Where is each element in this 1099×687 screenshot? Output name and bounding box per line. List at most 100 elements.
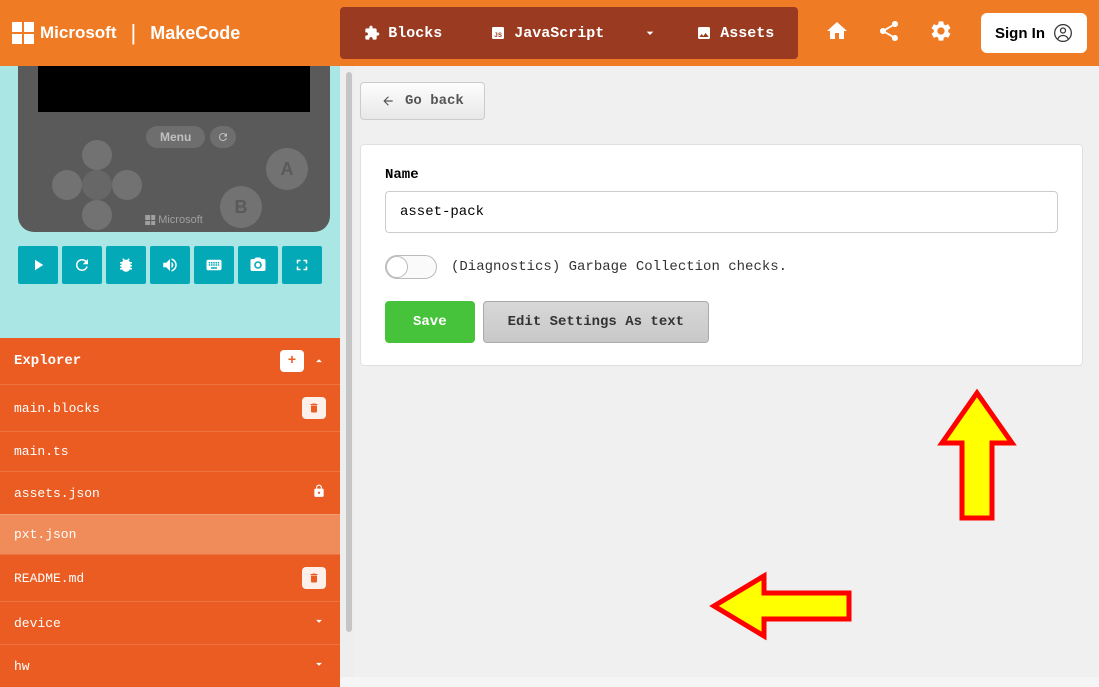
explorer-item-label: main.ts — [14, 444, 69, 459]
signin-button[interactable]: Sign In — [981, 13, 1087, 53]
explorer-item-pxt-json[interactable]: pxt.json — [0, 514, 340, 554]
share-button[interactable] — [877, 19, 901, 48]
volume-icon — [161, 256, 179, 274]
sim-toolbar — [0, 232, 340, 298]
editor-tabs: Blocks JS JavaScript Assets — [340, 7, 798, 59]
restart-button[interactable] — [62, 246, 102, 284]
microsoft-squares-icon — [12, 22, 34, 44]
name-label: Name — [385, 167, 1058, 183]
explorer-item-hw[interactable]: hw — [0, 644, 340, 687]
explorer-item-assets-json[interactable]: assets.json — [0, 471, 340, 514]
sound-button[interactable] — [150, 246, 190, 284]
settings-button[interactable] — [929, 19, 953, 48]
simulator: Menu A B Microsoft — [18, 66, 330, 232]
tab-javascript-label: JavaScript — [514, 25, 604, 42]
share-icon — [877, 19, 901, 43]
app-header: Microsoft | MakeCode Blocks JS JavaScrip… — [0, 0, 1099, 66]
debug-button[interactable] — [106, 246, 146, 284]
makecode-title: MakeCode — [150, 23, 240, 44]
sim-microsoft-logo: Microsoft — [145, 214, 203, 226]
dpad-center[interactable] — [82, 170, 112, 200]
divider: | — [131, 20, 137, 46]
trash-icon — [308, 572, 320, 584]
diagnostics-toggle[interactable] — [385, 255, 437, 279]
chevron-down-icon — [312, 614, 326, 632]
refresh-icon — [217, 131, 229, 143]
dpad-down[interactable] — [82, 200, 112, 230]
refresh-icon — [73, 256, 91, 274]
annotation-arrow-up — [932, 388, 1022, 528]
explorer-item-label: assets.json — [14, 486, 100, 501]
microsoft-logo[interactable]: Microsoft — [12, 22, 117, 44]
dpad — [52, 140, 142, 230]
diagnostics-label: (Diagnostics) Garbage Collection checks. — [451, 259, 787, 275]
trash-icon — [308, 402, 320, 414]
explorer-item-label: README.md — [14, 571, 84, 586]
dpad-up[interactable] — [82, 140, 112, 170]
a-button[interactable]: A — [266, 148, 308, 190]
name-input[interactable] — [385, 191, 1058, 233]
signin-label: Sign In — [995, 25, 1045, 42]
chevron-down-icon — [642, 25, 658, 41]
delete-button[interactable] — [302, 567, 326, 589]
fullscreen-icon — [293, 256, 311, 274]
explorer-item-label: device — [14, 616, 61, 631]
explorer-add-button[interactable]: + — [280, 350, 304, 372]
dpad-right[interactable] — [112, 170, 142, 200]
svg-text:JS: JS — [494, 31, 502, 39]
tab-javascript[interactable]: JS JavaScript — [466, 7, 628, 59]
tab-javascript-dropdown[interactable] — [628, 7, 672, 59]
panel-resizer[interactable] — [340, 66, 354, 677]
home-button[interactable] — [825, 19, 849, 48]
tab-assets[interactable]: Assets — [672, 7, 798, 59]
explorer-title: Explorer — [14, 353, 81, 369]
bug-icon — [117, 256, 135, 274]
lock-icon — [312, 484, 326, 502]
main-area: Menu A B Microsoft — [0, 66, 1099, 677]
explorer-item-README-md[interactable]: README.md — [0, 554, 340, 601]
b-button[interactable]: B — [220, 186, 262, 228]
image-icon — [696, 25, 712, 41]
chevron-up-icon — [312, 354, 326, 368]
save-button[interactable]: Save — [385, 301, 475, 343]
diagnostics-row: (Diagnostics) Garbage Collection checks. — [385, 255, 1058, 279]
tab-blocks-label: Blocks — [388, 25, 442, 42]
tab-assets-label: Assets — [720, 25, 774, 42]
edit-settings-text-button[interactable]: Edit Settings As text — [483, 301, 709, 343]
sim-screen — [38, 66, 310, 112]
home-icon — [825, 19, 849, 43]
gear-icon — [929, 19, 953, 43]
explorer-item-device[interactable]: device — [0, 601, 340, 644]
header-right: Sign In — [825, 13, 1087, 53]
screenshot-button[interactable] — [238, 246, 278, 284]
delete-button[interactable] — [302, 397, 326, 419]
settings-card: Name (Diagnostics) Garbage Collection ch… — [360, 144, 1083, 366]
back-label: Go back — [405, 93, 464, 109]
keyboard-icon — [205, 256, 223, 274]
content-area: Go back Name (Diagnostics) Garbage Colle… — [354, 66, 1099, 677]
left-panel: Menu A B Microsoft — [0, 66, 340, 677]
chevron-down-icon — [312, 657, 326, 675]
back-button[interactable]: Go back — [360, 82, 485, 120]
arrow-left-icon — [381, 94, 395, 108]
explorer-item-label: main.blocks — [14, 401, 100, 416]
js-icon: JS — [490, 25, 506, 41]
camera-icon — [249, 256, 267, 274]
dpad-left[interactable] — [52, 170, 82, 200]
user-icon — [1053, 23, 1073, 43]
explorer-header[interactable]: Explorer + — [0, 338, 340, 384]
sim-refresh-button[interactable] — [210, 126, 236, 148]
play-icon — [29, 256, 47, 274]
explorer: Explorer + main.blocks main.ts assets.json… — [0, 338, 340, 687]
sim-menu-button[interactable]: Menu — [146, 126, 205, 148]
play-button[interactable] — [18, 246, 58, 284]
tab-blocks[interactable]: Blocks — [340, 7, 466, 59]
annotation-arrow-left — [709, 566, 859, 646]
explorer-item-main-blocks[interactable]: main.blocks — [0, 384, 340, 431]
fullscreen-button[interactable] — [282, 246, 322, 284]
keyboard-button[interactable] — [194, 246, 234, 284]
button-row: Save Edit Settings As text — [385, 301, 1058, 343]
explorer-item-label: hw — [14, 659, 30, 674]
microsoft-text: Microsoft — [40, 23, 117, 43]
explorer-item-main-ts[interactable]: main.ts — [0, 431, 340, 471]
